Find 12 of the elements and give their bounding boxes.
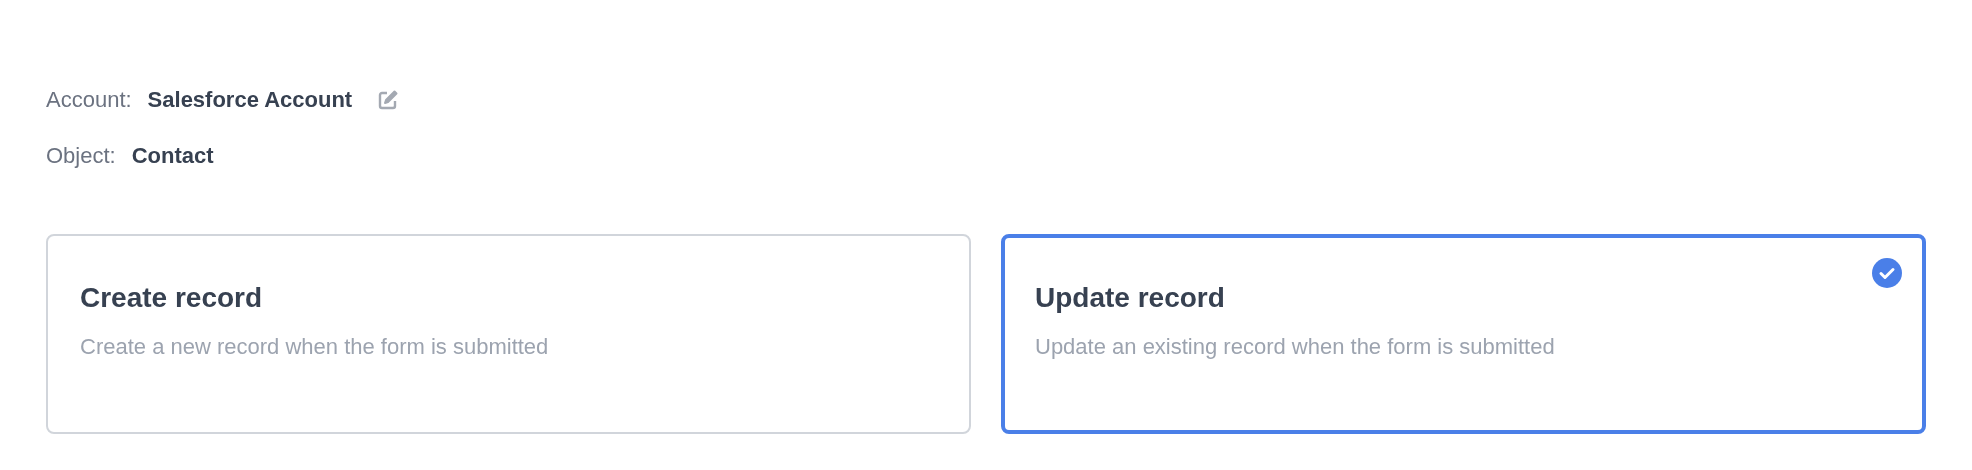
option-title: Update record: [1035, 282, 1226, 314]
field-value: Salesforce Account: [147, 87, 353, 113]
field-label: Account:: [46, 87, 132, 113]
edit-icon[interactable]: [376, 88, 401, 112]
option-description: Update an existing record when the form is submitted: [1035, 334, 1556, 360]
field-label: Object:: [46, 143, 116, 169]
option-title: Create record: [80, 282, 264, 314]
option-card[interactable]: Create record Create a new record when the form is submitted: [46, 234, 971, 434]
option-card[interactable]: Update record Update an existing record when the form is submitted: [1001, 234, 1926, 434]
check-icon: [1872, 258, 1902, 288]
option-description: Create a new record when the form is submitted: [80, 334, 550, 360]
field-value: Contact: [131, 143, 214, 169]
